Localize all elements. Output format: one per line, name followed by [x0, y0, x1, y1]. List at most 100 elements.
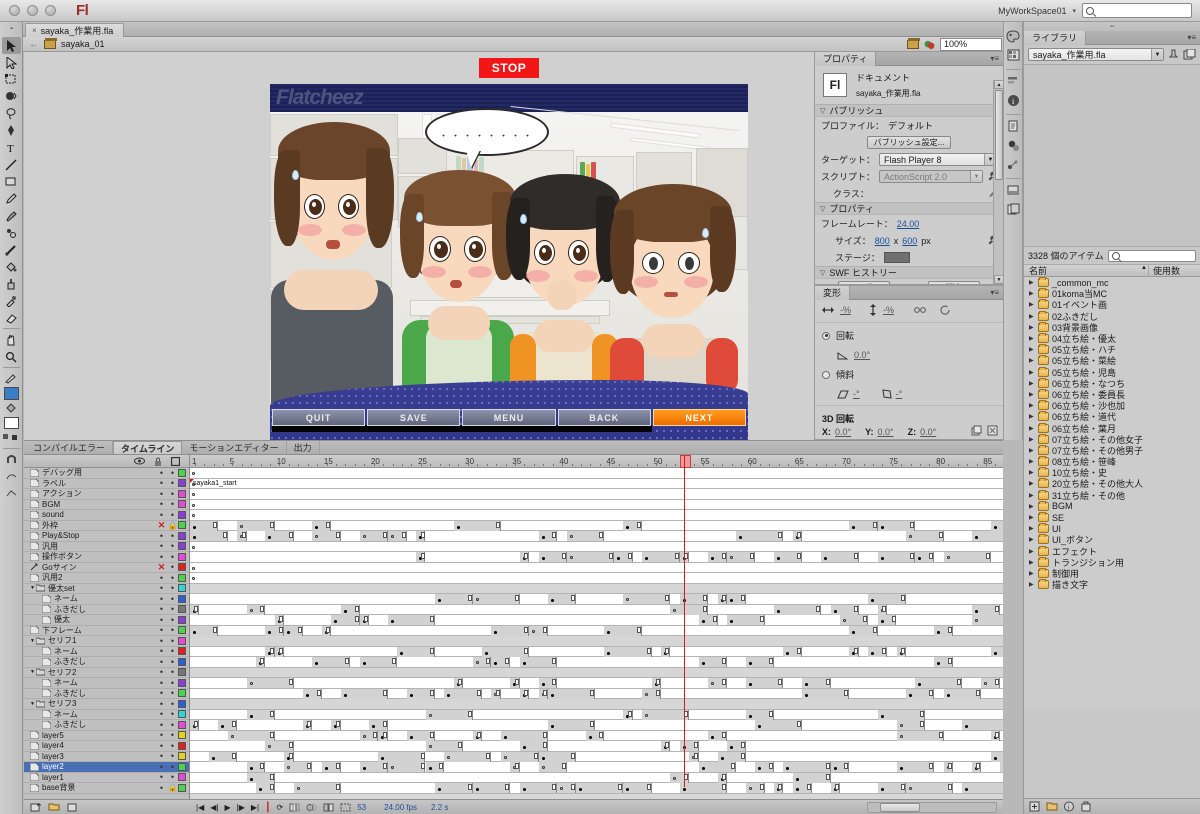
keyframe[interactable]: [390, 620, 394, 623]
frame-span[interactable]: [387, 615, 435, 625]
keyframe[interactable]: [193, 630, 196, 634]
info-icon[interactable]: i: [1005, 92, 1021, 108]
frame-row[interactable]: [190, 583, 1003, 594]
library-item[interactable]: ▶ UI_ボタン: [1024, 534, 1200, 545]
deco-tool[interactable]: [2, 224, 21, 241]
keyframe[interactable]: [343, 609, 347, 613]
keyframe[interactable]: [371, 725, 375, 728]
eye-icon[interactable]: [134, 457, 145, 465]
expand-triangle-icon[interactable]: ▶: [1029, 324, 1035, 331]
layer-icon[interactable]: [30, 762, 39, 771]
frame-row[interactable]: [190, 741, 1003, 752]
keyframe[interactable]: [908, 535, 912, 538]
empty-keyframe[interactable]: [192, 472, 195, 475]
layer-icon[interactable]: [42, 710, 51, 719]
game-button-next[interactable]: NEXT: [652, 409, 747, 426]
keyframe[interactable]: [748, 714, 752, 718]
scroll-up-arrow[interactable]: ▲: [994, 80, 1003, 89]
layer-lock-toggle[interactable]: •: [167, 636, 178, 645]
frame-span[interactable]: [990, 520, 1003, 531]
layer-lock-toggle[interactable]: •: [167, 668, 178, 677]
layer-outline-color[interactable]: [178, 689, 186, 698]
keyframe[interactable]: [296, 787, 300, 790]
snap-to-objects-icon[interactable]: [2, 451, 21, 468]
tab-properties[interactable]: プロパティ: [815, 51, 877, 66]
frame-span[interactable]: [604, 646, 652, 657]
empty-keyframe[interactable]: [192, 577, 195, 580]
layer-lock-toggle[interactable]: •: [167, 720, 178, 729]
edit-scene-icon[interactable]: [907, 37, 920, 49]
swatches-icon[interactable]: [1005, 47, 1021, 63]
keyframe[interactable]: [541, 766, 545, 769]
expand-triangle-icon[interactable]: ▼: [30, 669, 35, 675]
folder-icon[interactable]: [35, 637, 45, 645]
expand-triangle-icon[interactable]: ▶: [1029, 581, 1035, 588]
keyframe[interactable]: [475, 788, 479, 791]
keyframe[interactable]: [456, 525, 460, 529]
expand-triangle-icon[interactable]: ▶: [1029, 279, 1035, 286]
frame-row[interactable]: [190, 678, 1003, 689]
expand-triangle-icon[interactable]: ▶: [1029, 380, 1035, 387]
expand-triangle-icon[interactable]: ▶: [1029, 313, 1035, 320]
new-folder-layer-icon[interactable]: [48, 802, 60, 812]
keyframe[interactable]: [550, 725, 554, 728]
color-palette-icon[interactable]: [1005, 28, 1021, 44]
layer-lock-toggle[interactable]: •: [167, 531, 178, 540]
keyframe[interactable]: [258, 788, 262, 791]
keyframe[interactable]: [748, 662, 752, 665]
paint-bucket-tool[interactable]: [2, 258, 21, 275]
close-window-button[interactable]: [9, 5, 20, 16]
game-button-menu[interactable]: MENU: [462, 409, 556, 426]
frame-row[interactable]: [190, 709, 1003, 720]
delete-icon[interactable]: [1080, 801, 1092, 812]
layer-lock-toggle[interactable]: •: [167, 573, 178, 582]
new-symbol-icon[interactable]: [1029, 801, 1041, 812]
frame-span[interactable]: [453, 520, 501, 531]
layer-visibility-toggle[interactable]: •: [156, 584, 167, 593]
frame-span[interactable]: [472, 594, 520, 604]
keyframe[interactable]: [532, 629, 536, 633]
frame-span[interactable]: [566, 552, 614, 562]
frame-span[interactable]: [774, 604, 822, 615]
keyframe[interactable]: [993, 651, 997, 655]
keyframe[interactable]: [541, 756, 545, 760]
layer-visibility-toggle[interactable]: •: [156, 699, 167, 708]
skew-radio[interactable]: [822, 370, 830, 379]
back-arrow-icon[interactable]: ←: [29, 39, 39, 50]
keyframe[interactable]: [711, 735, 715, 739]
keyframe[interactable]: [362, 662, 366, 665]
keyframe[interactable]: [428, 745, 432, 748]
expand-triangle-icon[interactable]: ▶: [1029, 436, 1035, 443]
guide-layer-icon[interactable]: [30, 563, 39, 571]
keyframe[interactable]: [729, 620, 733, 623]
keyframe[interactable]: [541, 536, 545, 539]
layer-icon[interactable]: [42, 615, 51, 624]
keyframe[interactable]: [503, 735, 507, 739]
keyframe[interactable]: [899, 767, 903, 770]
subselection-tool[interactable]: [2, 54, 21, 71]
rot3d-y-value[interactable]: 0.0°: [877, 427, 893, 437]
layer-lock-toggle[interactable]: •: [167, 468, 178, 477]
white-fill-swatch[interactable]: [3, 417, 19, 429]
layer-lock-toggle[interactable]: •: [167, 500, 178, 509]
keyframe[interactable]: [974, 609, 978, 613]
layer-outline-color[interactable]: [178, 720, 186, 729]
layer-icon[interactable]: [30, 773, 39, 782]
layer-visibility-toggle[interactable]: •: [156, 783, 167, 792]
expand-triangle-icon[interactable]: ▶: [1029, 525, 1035, 532]
layer-visibility-toggle[interactable]: •: [156, 720, 167, 729]
keyframe[interactable]: [993, 756, 997, 760]
keyframe[interactable]: [249, 767, 253, 770]
stop-button[interactable]: STOP: [479, 58, 539, 78]
frame-row[interactable]: [190, 499, 1003, 510]
section-property[interactable]: ▽ プロパティ: [815, 202, 1003, 215]
keyframe[interactable]: [362, 767, 366, 770]
line-tool[interactable]: [2, 156, 21, 173]
stage-canvas[interactable]: Flatcheez ・・・・・・・・ QUIT SAVE MENU BACK N…: [270, 84, 748, 440]
frame-row[interactable]: [190, 573, 1003, 584]
library-search-input[interactable]: [1107, 249, 1196, 262]
zoom-level-input[interactable]: 100%: [940, 37, 1002, 51]
game-button-back[interactable]: BACK: [557, 409, 651, 426]
layer-row[interactable]: layer5 • •: [24, 731, 189, 741]
keyframe[interactable]: [626, 525, 630, 529]
